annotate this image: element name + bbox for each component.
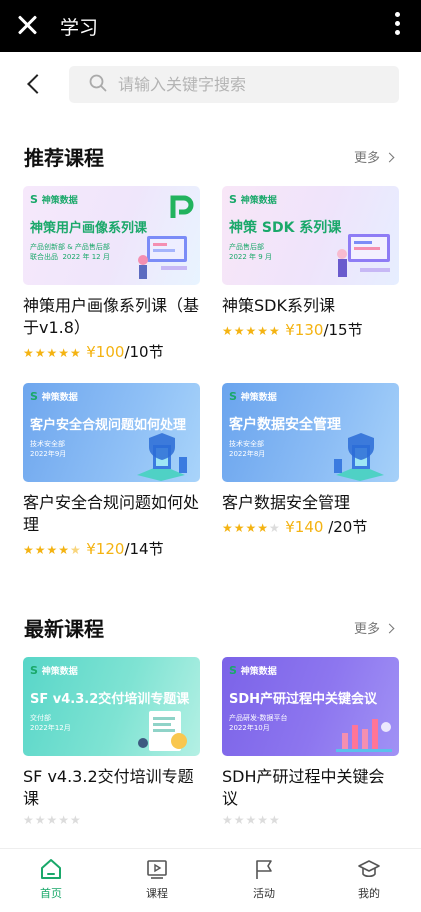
course-title: 客户数据安全管理 (222, 493, 351, 512)
thumbnail-headline: 客户数据安全管理 (229, 417, 341, 433)
thumbnail-headline: 神策用户画像系列课 (30, 221, 148, 236)
more-label: 更多 (353, 622, 380, 637)
brand-logo: 神策数据 (30, 664, 78, 677)
more-options-icon[interactable] (393, 12, 401, 40)
course-thumbnail: 神策数据 客户安全合规问题如何处理 技术安全部 2022年9月 (23, 383, 200, 482)
tab-courses[interactable]: 课程 (122, 849, 192, 912)
close-icon[interactable] (14, 11, 42, 39)
course-price: ¥130 (285, 321, 324, 339)
brand-logo: 神策数据 (229, 390, 277, 403)
course-thumbnail: 神策数据 SF v4.3.2交付培训专题课 交付部 2022年12月 (23, 657, 200, 756)
chevron-right-icon (384, 152, 395, 163)
tab-mine[interactable]: 我的 (334, 849, 404, 912)
course-card[interactable]: 神策数据 神策用户画像系列课 产品创新部 & 产品售后部 联合出品 2022 年… (23, 186, 200, 362)
graduation-cap-icon (358, 860, 380, 878)
brand-logo: 神策数据 (229, 664, 277, 677)
brand-logo: 神策数据 (229, 193, 277, 206)
search-row (0, 52, 421, 116)
star-rating: ★★★★★ (222, 813, 281, 827)
thumbnail-headline: SDH产研过程中关键会议 (229, 692, 378, 707)
course-rating: ★★★★★ ¥120/14节 (23, 538, 200, 559)
tab-activities[interactable]: 活动 (229, 849, 299, 912)
star-rating: ★★★★★ (222, 521, 281, 535)
search-box[interactable] (69, 66, 399, 103)
thumbnail-subtitle: 技术安全部 2022年9月 (30, 440, 67, 458)
chevron-right-icon (384, 623, 395, 634)
search-input[interactable] (118, 66, 378, 103)
star-rating: ★★★★★ (23, 543, 82, 557)
course-card[interactable]: 神策数据 SF v4.3.2交付培训专题课 交付部 2022年12月 SF v4… (23, 657, 200, 828)
course-icon (147, 860, 167, 879)
course-price: ¥140 (285, 518, 324, 536)
tab-label: 课程 (146, 887, 168, 900)
course-rating: ★★★★★ ¥100/10节 (23, 341, 200, 362)
lesson-count: /15节 (323, 321, 363, 339)
security-illustration-icon (334, 433, 384, 481)
brand-logo: 神策数据 (30, 390, 78, 403)
course-card[interactable]: 神策数据 客户安全合规问题如何处理 技术安全部 2022年9月 客户安全合规问题… (23, 383, 200, 559)
course-thumbnail: 神策数据 神策用户画像系列课 产品创新部 & 产品售后部 联合出品 2022 年… (23, 186, 200, 285)
course-thumbnail: 神策数据 SDH产研过程中关键会议 产品研发-数据平台 2022年10月 (222, 657, 399, 756)
back-icon[interactable] (24, 70, 44, 98)
flag-icon (256, 860, 272, 879)
thumbnail-subtitle: 交付部 2022年12月 (30, 714, 71, 732)
course-card[interactable]: 神策数据 神策 SDK 系列课 产品售后部 2022 年 9 月 神策SDK系列… (222, 186, 399, 340)
tab-label: 活动 (253, 887, 275, 900)
course-title: SDH产研过程中关键会议 (222, 767, 385, 808)
course-rating: ★★★★★ ¥140 /20节 (222, 516, 399, 537)
course-rating: ★★★★★ (222, 812, 399, 828)
thumbnail-subtitle: 产品售后部 2022 年 9 月 (229, 243, 272, 261)
thumbnail-headline: 神策 SDK 系列课 (229, 220, 342, 236)
security-illustration-icon (137, 433, 187, 481)
course-price: ¥100 (86, 343, 125, 361)
lesson-count: /10节 (124, 343, 164, 361)
tab-label: 首页 (40, 887, 62, 900)
thumbnail-subtitle: 产品创新部 & 产品售后部 联合出品 2022 年 12 月 (30, 243, 110, 261)
chart-illustration-icon (336, 719, 392, 752)
lesson-count: /14节 (124, 540, 164, 558)
product-logo-icon (170, 195, 194, 218)
course-card[interactable]: 神策数据 SDH产研过程中关键会议 产品研发-数据平台 2022年10月 SDH… (222, 657, 399, 828)
more-label: 更多 (353, 151, 380, 166)
thumbnail-subtitle: 产品研发-数据平台 2022年10月 (229, 714, 288, 732)
bottom-tab-bar: 首页 课程 活动 我的 (0, 848, 421, 912)
illustration-icon (138, 236, 187, 279)
document-illustration-icon (138, 711, 187, 751)
star-rating: ★★★★★ (23, 346, 82, 360)
course-rating: ★★★★★ ¥130/15节 (222, 319, 399, 340)
search-icon (89, 74, 107, 92)
brand-logo: 神策数据 (30, 193, 78, 206)
illustration-icon (337, 234, 390, 277)
star-rating: ★★★★★ (23, 813, 82, 827)
course-thumbnail: 神策数据 神策 SDK 系列课 产品售后部 2022 年 9 月 (222, 186, 399, 285)
course-title: 神策用户画像系列课（基于v1.8） (23, 296, 200, 337)
course-price: ¥120 (86, 540, 125, 558)
home-icon (41, 859, 61, 879)
course-rating: ★★★★★ (23, 812, 200, 828)
course-title: SF v4.3.2交付培训专题课 (23, 767, 194, 808)
recommended-more-link[interactable]: 更多 (353, 147, 395, 166)
lesson-count: /20节 (323, 518, 368, 536)
page-title: 学习 (60, 17, 99, 39)
section-title-latest: 最新课程 (24, 617, 104, 641)
course-card[interactable]: 神策数据 客户数据安全管理 技术安全部 2022年8月 客户数据安全管理 ★★★… (222, 383, 399, 537)
tab-label: 我的 (358, 887, 380, 900)
course-thumbnail: 神策数据 客户数据安全管理 技术安全部 2022年8月 (222, 383, 399, 482)
latest-more-link[interactable]: 更多 (353, 618, 395, 637)
star-rating: ★★★★★ (222, 324, 281, 338)
course-title: 神策SDK系列课 (222, 296, 335, 315)
tab-home[interactable]: 首页 (16, 849, 86, 912)
thumbnail-subtitle: 技术安全部 2022年8月 (229, 440, 266, 458)
section-title-recommended: 推荐课程 (24, 146, 104, 170)
course-title: 客户安全合规问题如何处理 (23, 493, 200, 534)
top-bar: 学习 (0, 0, 421, 52)
thumbnail-headline: SF v4.3.2交付培训专题课 (30, 692, 190, 707)
